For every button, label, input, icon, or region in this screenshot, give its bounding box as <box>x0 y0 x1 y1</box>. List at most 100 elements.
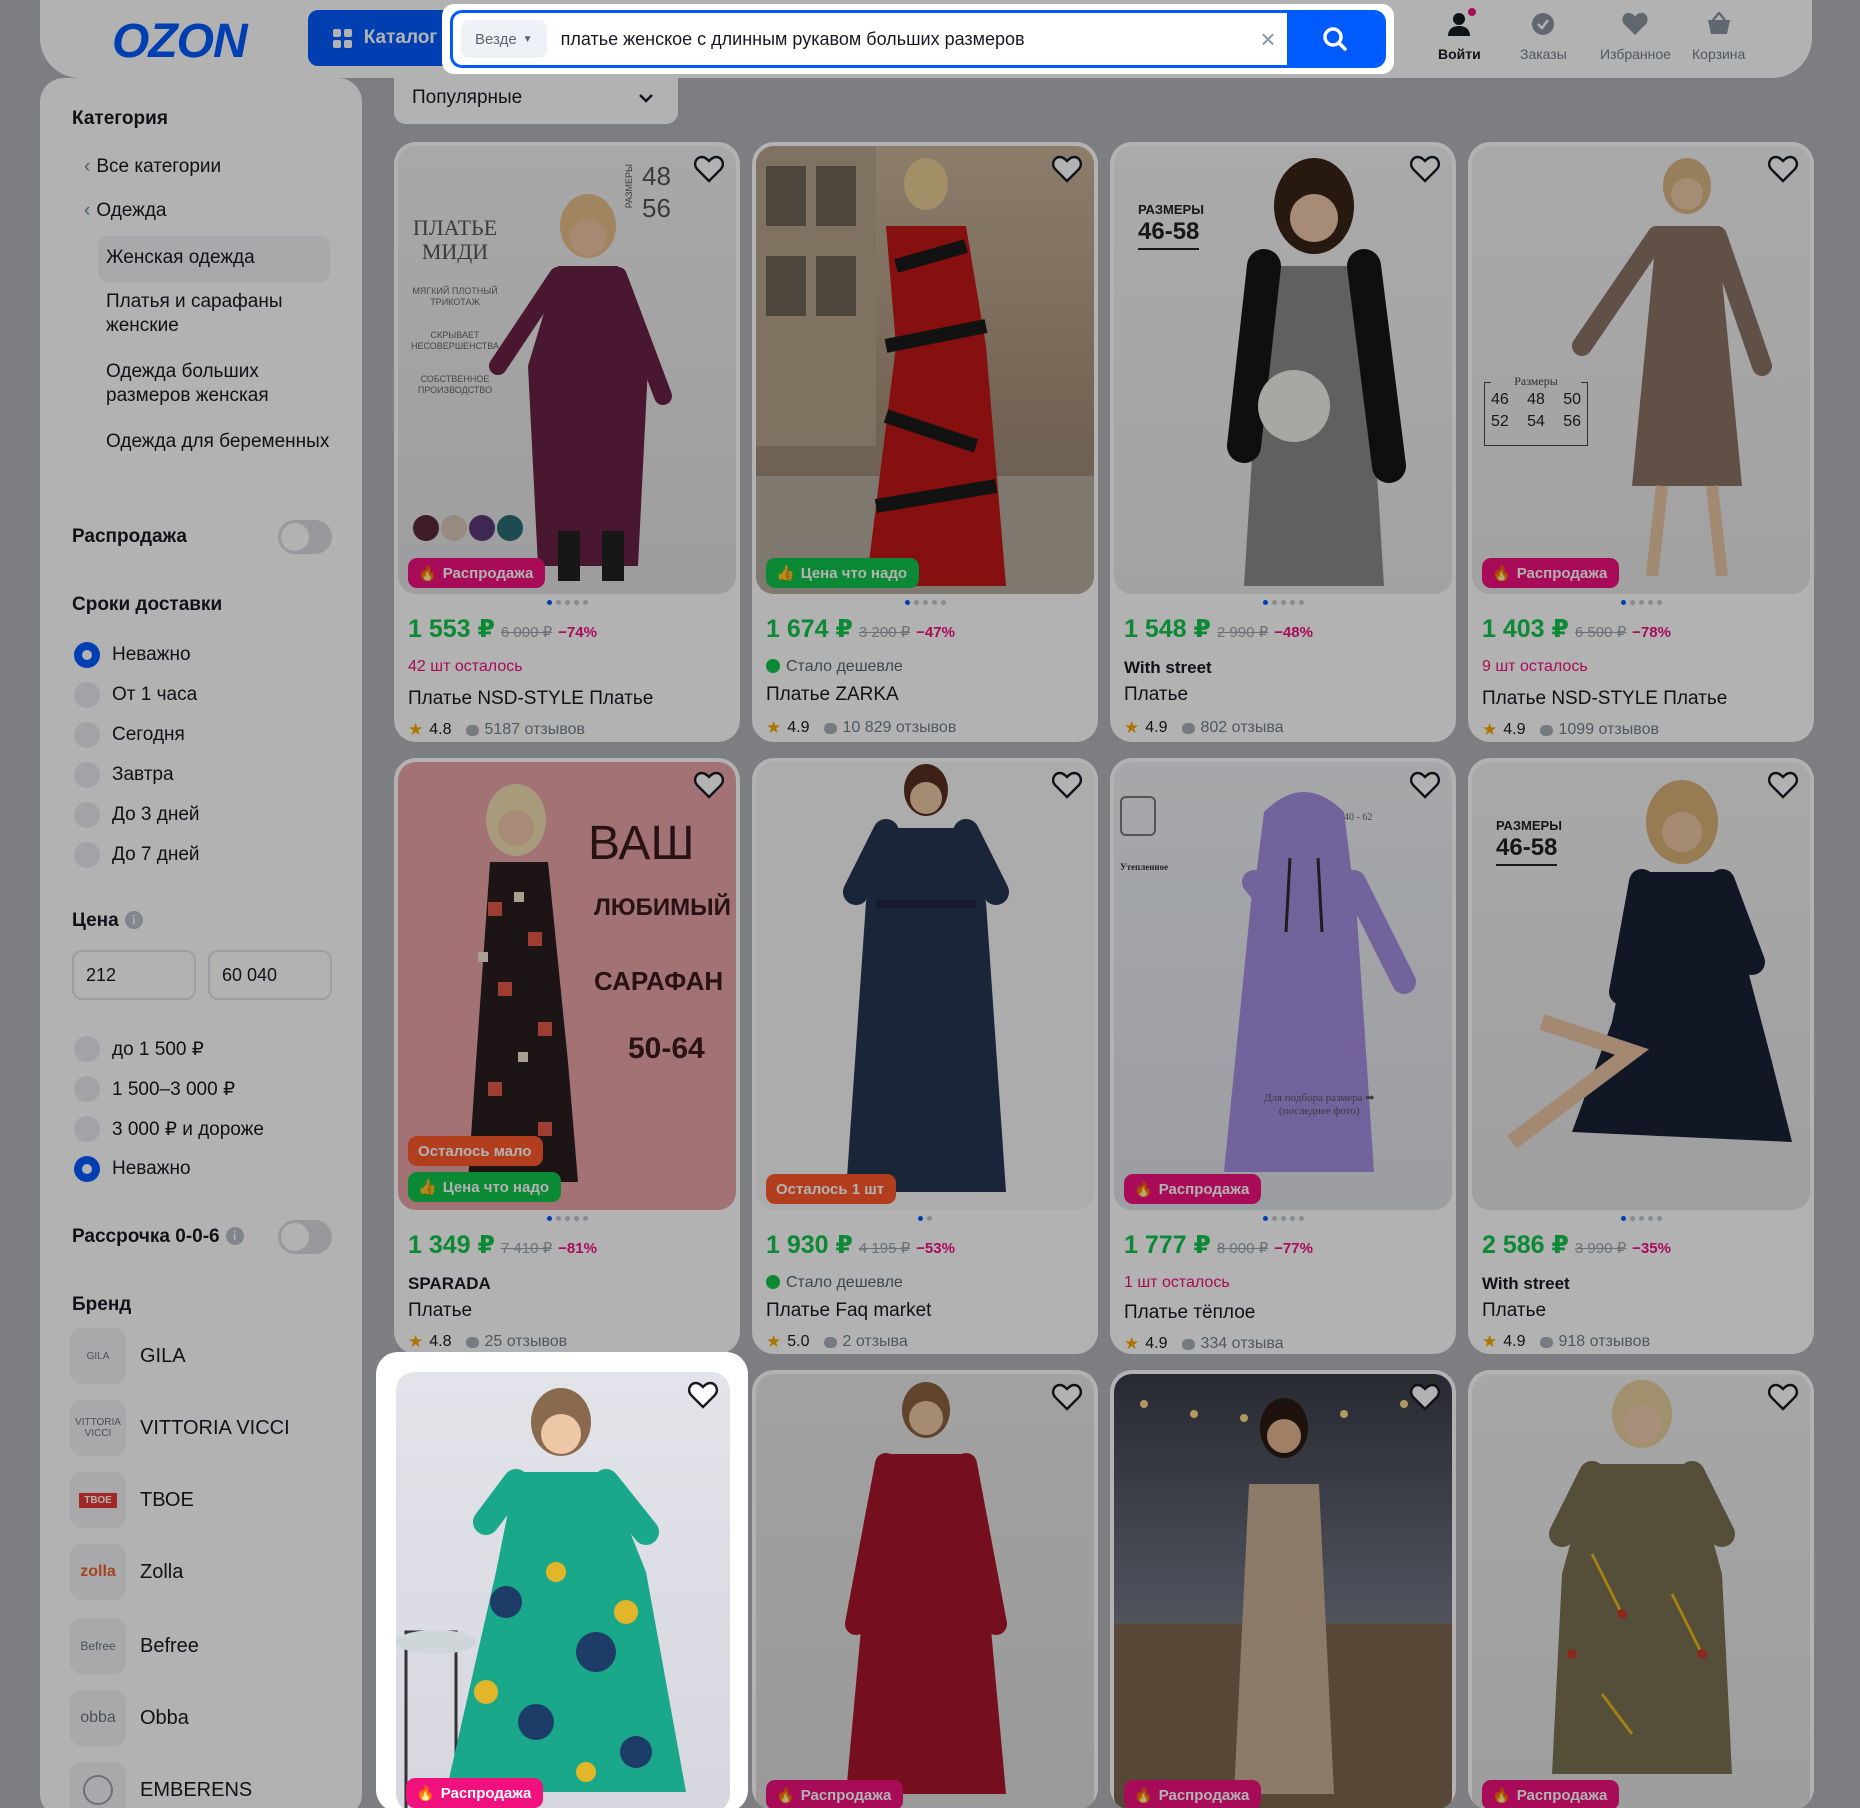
favorite-heart-icon[interactable] <box>1408 1380 1442 1414</box>
favorite-heart-icon[interactable] <box>1050 152 1084 186</box>
product-title[interactable]: Платье Faq market <box>766 1300 931 1322</box>
delivery-option-label: До 3 дней <box>112 804 200 825</box>
product-card[interactable]: Утепленное 40 - 62 Для подбора размера ➡… <box>1110 758 1456 1354</box>
seller-name[interactable]: With street <box>1124 658 1212 678</box>
brand-item[interactable]: ТВОЕ ТВОЕ <box>70 1472 194 1528</box>
info-icon[interactable]: i <box>124 911 143 929</box>
category-all[interactable]: ‹ Все категории <box>84 156 221 178</box>
favorite-heart-icon[interactable] <box>1050 768 1084 802</box>
product-card[interactable]: 🔥 Распродажа <box>1468 1370 1814 1808</box>
price-option[interactable]: Неважно <box>74 1156 191 1182</box>
product-image[interactable]: Размеры 46 48 50 52 54 56 🔥 Распродажа <box>1472 146 1810 594</box>
favorite-heart-icon[interactable] <box>1408 768 1442 802</box>
product-title[interactable]: Платье тёплое <box>1124 1302 1255 1324</box>
favorite-heart-icon[interactable] <box>692 152 726 186</box>
favorite-heart-icon[interactable] <box>1766 152 1800 186</box>
product-card[interactable]: 👍 Цена что надо 1 674 ₽ 3 200 ₽ −47% Стало … <box>752 142 1098 742</box>
product-image[interactable]: 👍 Цена что надо <box>756 146 1094 594</box>
product-image[interactable]: ВАШ ЛЮБИМЫЙ САРАФАН 50-64 Осталось мало … <box>398 762 736 1210</box>
product-image[interactable]: Утепленное 40 - 62 Для подбора размера ➡… <box>1114 762 1452 1210</box>
product-image[interactable]: 🔥 Распродажа <box>1472 1374 1810 1808</box>
favorite-heart-icon[interactable] <box>1408 152 1442 186</box>
sort-label: Популярные <box>412 87 523 108</box>
search-button[interactable] <box>1287 13 1383 65</box>
sale-toggle[interactable] <box>278 520 332 554</box>
favorite-heart-icon[interactable] <box>1766 768 1800 802</box>
brand-item[interactable]: zolla Zolla <box>70 1544 183 1600</box>
favorite-heart-icon[interactable] <box>692 768 726 802</box>
price-option[interactable]: до 1 500 ₽ <box>74 1036 204 1062</box>
seller-name[interactable]: SPARADA <box>408 1274 491 1294</box>
price: 1 548 ₽ <box>1124 615 1211 643</box>
subcategory-dresses[interactable]: Платья и сарафаны женские <box>106 290 336 338</box>
nav-orders[interactable]: Заказы <box>1520 12 1567 62</box>
delivery-option-label: От 1 часа <box>112 684 198 705</box>
product-title[interactable]: Платье <box>1124 684 1188 706</box>
favorite-heart-icon[interactable] <box>686 1378 720 1412</box>
brand-item[interactable]: Befree Befree <box>70 1618 199 1674</box>
price-min-input[interactable]: 212 <box>72 950 196 1000</box>
product-title[interactable]: Платье NSD-STYLE Платье <box>1482 688 1727 710</box>
photo-caption: 40 - 62 <box>1344 812 1373 823</box>
product-card[interactable]: Осталось 1 шт 1 930 ₽ 4 195 ₽ −53% Стало д… <box>752 758 1098 1354</box>
price-max-input[interactable]: 60 040 <box>208 950 332 1000</box>
product-title[interactable]: Платье NSD-STYLE Платье <box>408 688 653 710</box>
nav-favorites[interactable]: Избранное <box>1600 12 1671 62</box>
installment-toggle[interactable] <box>278 1220 332 1254</box>
nav-orders-label: Заказы <box>1520 46 1567 62</box>
delivery-option[interactable]: Сегодня <box>74 722 185 748</box>
ozon-logo[interactable]: OZON <box>112 14 248 69</box>
brand-item[interactable]: obba Obba <box>70 1690 189 1746</box>
sort-dropdown[interactable]: Популярные <box>394 72 678 124</box>
subcategory-plus-size[interactable]: Одежда больших размеров женская <box>106 360 336 408</box>
brand-logo: GILA <box>70 1328 126 1384</box>
nav-login[interactable]: Войти <box>1438 8 1481 62</box>
product-card[interactable]: ПЛАТЬЕ МИДИ МЯГКИЙ ПЛОТНЫЙ ТРИКОТАЖ СКРЫВАЕ… <box>394 142 740 742</box>
product-title[interactable]: Платье <box>408 1300 472 1322</box>
brand-logo: zolla <box>70 1544 126 1600</box>
search-scope-dropdown[interactable]: Везде ▼ <box>461 20 547 58</box>
search-input[interactable] <box>546 28 1249 50</box>
product-image[interactable]: 🔥 Распродажа <box>396 1372 730 1808</box>
info-icon[interactable]: i <box>225 1227 244 1245</box>
product-image[interactable]: 🔥 Распродажа <box>1114 1374 1452 1808</box>
product-image[interactable]: РАЗМЕРЫ 46-58 <box>1114 146 1452 594</box>
seller-name[interactable]: With street <box>1482 1274 1570 1294</box>
product-card[interactable]: 🔥 Распродажа <box>1110 1370 1456 1808</box>
image-pager <box>1110 1216 1456 1221</box>
subcategory-maternity[interactable]: Одежда для беременных <box>106 430 336 454</box>
old-price: 6 500 ₽ <box>1574 624 1627 641</box>
product-card[interactable]: ВАШ ЛЮБИМЫЙ САРАФАН 50-64 Осталось мало … <box>394 758 740 1354</box>
price-option[interactable]: 3 000 ₽ и дороже <box>74 1116 264 1142</box>
delivery-option[interactable]: От 1 часа <box>74 682 197 708</box>
product-card-highlighted[interactable]: 🔥 Распродажа <box>376 1352 748 1808</box>
product-image[interactable]: 🔥 Распродажа <box>756 1374 1094 1808</box>
catalog-button[interactable]: Каталог <box>308 10 462 66</box>
delivery-option[interactable]: Неважно <box>74 642 191 668</box>
delivery-option[interactable]: Завтра <box>74 762 174 788</box>
delivery-option[interactable]: До 7 дней <box>74 842 200 868</box>
brand-item[interactable]: VITTORIA VICCI VITTORIA VICCI <box>70 1400 290 1456</box>
product-title[interactable]: Платье ZARKA <box>766 684 899 706</box>
subcategory-women[interactable]: Женская одежда <box>98 236 330 282</box>
brand-item[interactable]: EMBERENS <box>70 1762 252 1808</box>
delivery-option[interactable]: До 3 дней <box>74 802 200 828</box>
favorite-heart-icon[interactable] <box>1766 1380 1800 1414</box>
brand-item[interactable]: GILA GILA <box>70 1328 186 1384</box>
nav-cart[interactable]: Корзина <box>1692 11 1745 62</box>
star-icon: ★ <box>1124 718 1140 737</box>
comment-icon <box>465 1336 479 1348</box>
product-image[interactable]: РАЗМЕРЫ 46-58 <box>1472 762 1810 1210</box>
product-card[interactable]: РАЗМЕРЫ 46-58 2 586 ₽ 3 990 ₽ −35% With st… <box>1468 758 1814 1354</box>
brand-name: ТВОЕ <box>140 1488 194 1511</box>
favorite-heart-icon[interactable] <box>1050 1380 1084 1414</box>
price-option[interactable]: 1 500–3 000 ₽ <box>74 1076 235 1102</box>
category-clothes[interactable]: ‹ Одежда <box>84 200 167 222</box>
product-title[interactable]: Платье <box>1482 1300 1546 1322</box>
product-card[interactable]: РАЗМЕРЫ 46-58 1 548 ₽ 2 990 ₽ −48% With st… <box>1110 142 1456 742</box>
product-card[interactable]: 🔥 Распродажа <box>752 1370 1098 1808</box>
product-image[interactable]: ПЛАТЬЕ МИДИ МЯГКИЙ ПЛОТНЫЙ ТРИКОТАЖ СКРЫВАЕ… <box>398 146 736 594</box>
product-card[interactable]: Размеры 46 48 50 52 54 56 🔥 Распродажа 1 403 … <box>1468 142 1814 742</box>
product-image[interactable]: Осталось 1 шт <box>756 762 1094 1210</box>
clear-search-icon[interactable]: × <box>1249 24 1287 55</box>
